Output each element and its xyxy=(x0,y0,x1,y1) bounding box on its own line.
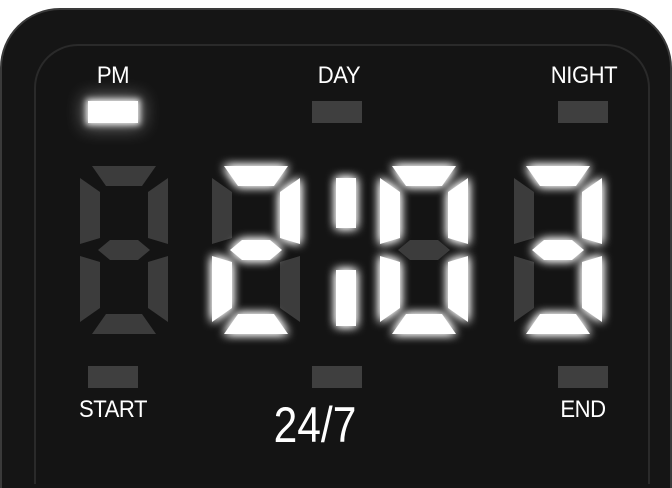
led-clock-device: PM DAY NIGHT START END 24/7 xyxy=(0,0,672,488)
segment-g xyxy=(532,240,584,260)
mode-indicator xyxy=(312,366,362,388)
segment-b xyxy=(448,178,468,244)
segment-c xyxy=(582,256,602,322)
segment-g xyxy=(398,240,450,260)
segment-b xyxy=(582,178,602,244)
segment-d xyxy=(526,314,590,334)
segment-f xyxy=(212,178,232,244)
bottom-text: 24/7 xyxy=(273,397,357,453)
end-indicator xyxy=(558,366,608,388)
hour-tens-digit xyxy=(80,166,168,334)
segment-a xyxy=(526,166,590,186)
segment-a xyxy=(224,166,288,186)
start-indicator xyxy=(88,366,138,388)
segment-b xyxy=(280,178,300,244)
hour-ones-digit xyxy=(212,166,300,334)
segment-e xyxy=(514,256,534,322)
segment-d xyxy=(92,314,156,334)
segment-b xyxy=(148,178,168,244)
segment-a xyxy=(92,166,156,186)
colon-top-bar xyxy=(336,178,356,228)
segment-e xyxy=(80,256,100,322)
segment-c xyxy=(148,256,168,322)
minute-ones-digit xyxy=(514,166,602,334)
end-label: END xyxy=(560,396,606,423)
segment-f xyxy=(380,178,400,244)
start-label: START xyxy=(78,396,148,423)
segment-c xyxy=(448,256,468,322)
segment-d xyxy=(224,314,288,334)
segment-c xyxy=(280,256,300,322)
minute-tens-digit xyxy=(380,166,468,334)
segment-e xyxy=(212,256,232,322)
segment-d xyxy=(392,314,456,334)
segment-g xyxy=(98,240,150,260)
segment-f xyxy=(514,178,534,244)
segment-f xyxy=(80,178,100,244)
segment-g xyxy=(230,240,282,260)
segment-e xyxy=(380,256,400,322)
segment-a xyxy=(392,166,456,186)
colon-bottom-bar xyxy=(336,270,356,326)
